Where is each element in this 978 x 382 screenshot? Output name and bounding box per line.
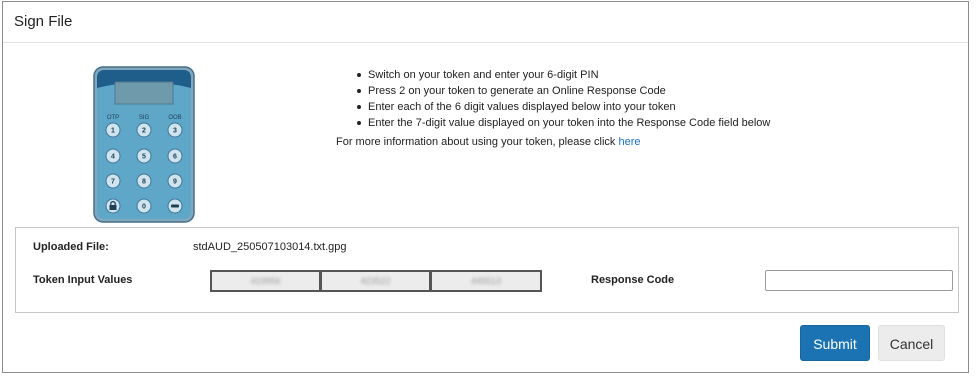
instruction-step: Enter the 7-digit value displayed on you… [355, 115, 770, 131]
token-input-label: Token Input Values [33, 274, 133, 286]
svg-text:2: 2 [142, 128, 146, 135]
svg-text:7: 7 [111, 179, 115, 186]
dialog-header: Sign File [3, 2, 968, 43]
more-info-label: For more information about using your to… [336, 136, 619, 148]
ok-key-icon [171, 204, 179, 208]
uploaded-file-value: stdAUD_250507103014.txt.gpg [193, 241, 347, 253]
more-info-link[interactable]: here [618, 136, 640, 148]
svg-text:0: 0 [142, 204, 146, 211]
dialog-title: Sign File [14, 13, 73, 30]
mode-label-oob: OOB [168, 115, 181, 121]
sign-file-dialog: Sign File OTP SIG OOB 1 2 3 4 5 6 7 8 9 0 Swit… [2, 1, 969, 373]
svg-text:5: 5 [142, 154, 146, 161]
token-device-illustration: OTP SIG OOB 1 2 3 4 5 6 7 8 9 0 [93, 66, 195, 223]
instruction-step: Press 2 on your token to generate an Onl… [355, 83, 770, 99]
svg-text:8: 8 [142, 179, 146, 186]
svg-text:3: 3 [173, 128, 177, 135]
uploaded-file-label: Uploaded File: [33, 241, 109, 253]
svg-text:6: 6 [173, 154, 177, 161]
mode-label-sig: SIG [139, 115, 150, 121]
submit-button[interactable]: Submit [800, 325, 870, 361]
svg-text:9: 9 [173, 179, 177, 186]
token-input-value-1: 419956 [210, 270, 321, 292]
svg-text:4: 4 [111, 154, 115, 161]
token-input-value-2: 423522 [320, 270, 431, 292]
instruction-step: Switch on your token and enter your 6-di… [355, 67, 770, 83]
file-details-panel: Uploaded File: stdAUD_250507103014.txt.g… [15, 227, 959, 313]
response-code-label: Response Code [591, 274, 675, 286]
cancel-button[interactable]: Cancel [878, 325, 945, 361]
token-input-value-3: 445513 [430, 270, 542, 292]
instructions-list: Switch on your token and enter your 6-di… [355, 67, 770, 131]
svg-text:1: 1 [111, 128, 115, 135]
token-screen [114, 81, 174, 105]
instruction-step: Enter each of the 6 digit values display… [355, 99, 770, 115]
more-info-text: For more information about using your to… [336, 136, 641, 148]
mode-label-otp: OTP [107, 115, 119, 121]
response-code-input[interactable] [765, 270, 953, 291]
